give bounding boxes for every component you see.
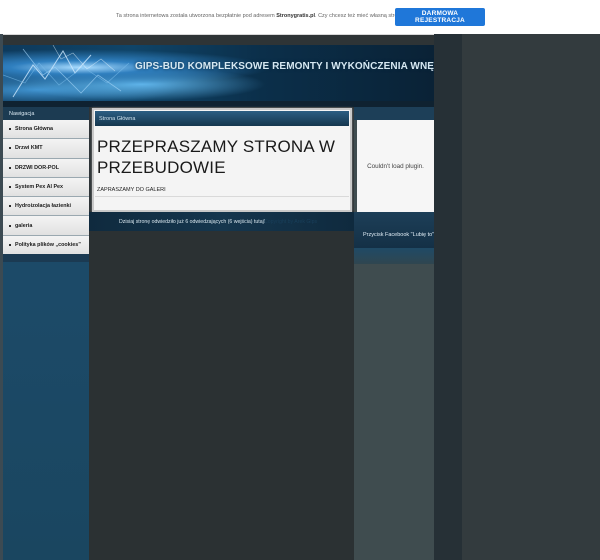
sidebar-item-drzwi-kmt[interactable]: Drzwi KMT (3, 139, 89, 159)
sidebar-item-cookies[interactable]: Polityka plików „cookies” (3, 235, 89, 256)
right-column-band (354, 212, 434, 248)
sidebar-nav: Strona Główna Drzwi KMT DRZWI DOR-POL Sy… (3, 120, 89, 256)
page-edge-right (434, 34, 462, 560)
plugin-message: Couldn't load plugin. (367, 162, 424, 170)
sidebar-item-system-pex[interactable]: System Pex Al Pex (3, 177, 89, 198)
sidebar-item-hydroizolacja[interactable]: Hydroizolacja łazienki (3, 197, 89, 217)
page-subtitle: ZAPRASZAMY DO GALERI (97, 187, 166, 193)
right-column-lower (354, 248, 434, 264)
site-title: GIPS-BUD KOMPLEKSOWE REMONTY I WYKOŃCZEN… (135, 61, 434, 72)
sidebar-item-label: System Pex Al Pex (15, 184, 64, 191)
sidebar-item-galeria[interactable]: galeria (3, 216, 89, 236)
sidebar-heading: Nawigacja (3, 107, 89, 120)
plugin-box: Couldn't load plugin. (357, 120, 434, 212)
bullet-icon (9, 243, 11, 246)
sidebar-item-label: Strona Główna (15, 126, 54, 133)
visit-counter: Dzisiaj stronę odwiedziło już 6 odwiedza… (119, 219, 266, 225)
facebook-like-label: Przycisk Facebook "Lubię to" (363, 232, 435, 238)
bullet-icon (9, 128, 11, 131)
bullet-icon (9, 224, 11, 227)
bullet-icon (9, 205, 11, 208)
register-button[interactable]: DARMOWA REJESTRACJA (395, 8, 485, 26)
sidebar-item-label: Hydroizolacja łazienki (15, 203, 72, 210)
sidebar-item-label: Drzwi KMT (15, 145, 43, 152)
promo-bar: Ta strona internetowa została utworzona … (0, 0, 600, 35)
promo-text: Ta strona internetowa została utworzona … (116, 13, 407, 19)
sidebar-item-label: DRZWI DOR-POL (15, 164, 60, 171)
bullet-icon (9, 147, 11, 150)
sidebar-item-label: galeria (15, 222, 33, 229)
sidebar-bottom (3, 254, 89, 262)
bullet-icon (9, 186, 11, 189)
lightning-graphic (3, 45, 130, 98)
page-title: PRZEPRASZAMY STRONA W PRZEBUDOWIE (97, 137, 336, 177)
breadcrumb-label[interactable]: Strona Główna (99, 116, 135, 122)
sidebar-item-drzwi-dor-pol[interactable]: DRZWI DOR-POL (3, 158, 89, 178)
content-divider (95, 196, 349, 197)
sidebar-item-strona-glowna[interactable]: Strona Główna (3, 120, 89, 140)
breadcrumb: Strona Główna (95, 111, 349, 126)
right-column-top (354, 107, 434, 120)
sidebar-item-label: Polityka plików „cookies” (15, 241, 81, 248)
copyright-text: Copyright by Arek Gips (264, 219, 318, 225)
header-banner: GIPS-BUD KOMPLEKSOWE REMONTY I WYKOŃCZEN… (3, 45, 434, 101)
bullet-icon (9, 166, 11, 169)
promo-brand-link[interactable]: Stronygratis.pl (276, 13, 315, 19)
